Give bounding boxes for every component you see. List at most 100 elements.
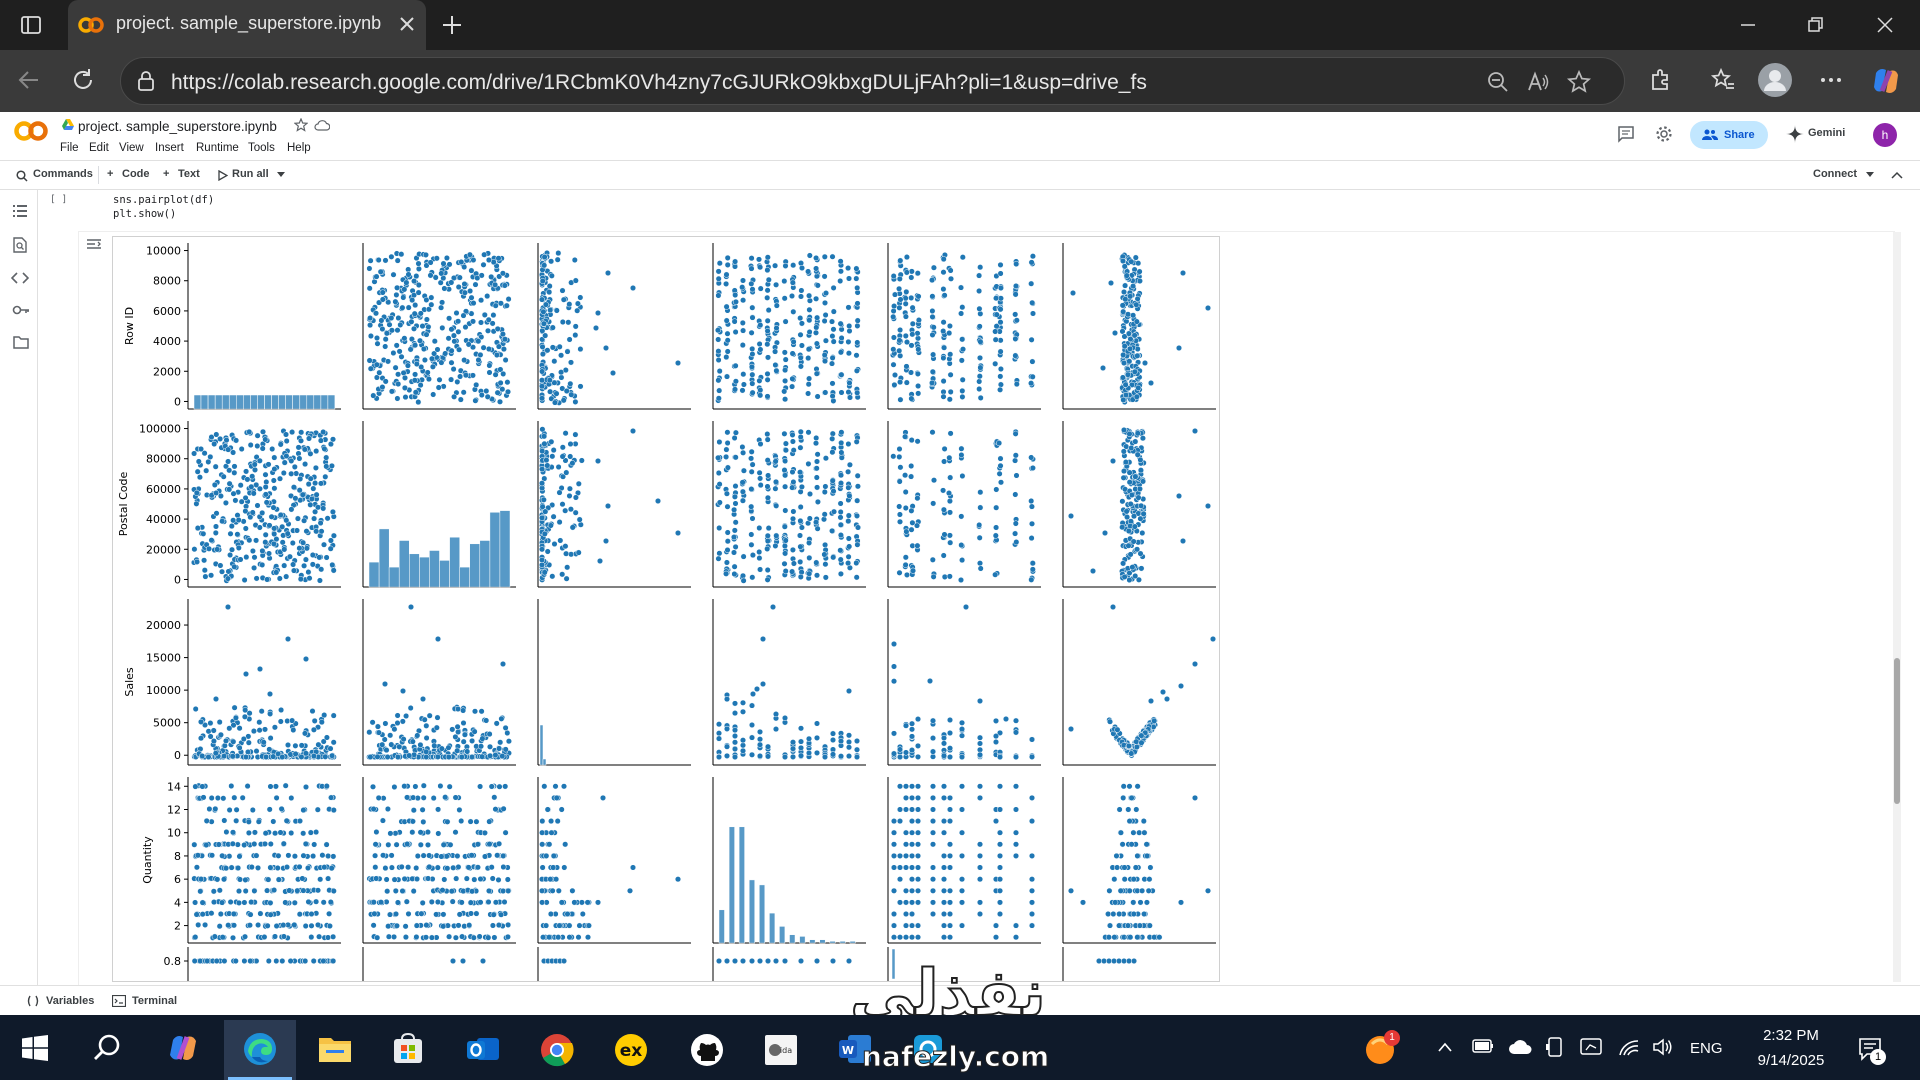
onedrive-cloud-icon[interactable] <box>1508 1039 1532 1055</box>
output-actions-icon[interactable] <box>86 238 102 250</box>
scatter-point <box>283 437 290 445</box>
cell-execution-bracket[interactable]: [ ] <box>50 194 67 205</box>
restore-icon[interactable] <box>1806 15 1826 35</box>
code-line-2[interactable]: plt.show() <box>113 208 176 220</box>
scatter-point <box>789 383 796 390</box>
run-all-button[interactable]: Run all <box>232 168 269 180</box>
scatter-point <box>822 574 829 581</box>
code-line-1[interactable]: sns.pairplot(df) <box>113 194 214 206</box>
new-tab-icon[interactable] <box>440 13 464 37</box>
code-snippets-icon[interactable] <box>11 272 29 284</box>
microsoft-store-icon[interactable] <box>392 1033 424 1065</box>
menu-file[interactable]: File <box>60 142 79 154</box>
connect-button[interactable]: Connect <box>1813 168 1857 180</box>
scatter-point <box>470 934 477 941</box>
variables-button[interactable]: Variables <box>46 995 94 1007</box>
scatter-point <box>715 356 722 364</box>
scatter-point <box>230 922 238 929</box>
address-bar[interactable]: https://colab.research.google.com/drive/… <box>120 57 1625 105</box>
collapse-header-icon[interactable] <box>1891 170 1903 180</box>
scatter-point <box>372 864 379 871</box>
zoom-icon[interactable] <box>1486 70 1510 94</box>
scatter-point <box>202 921 209 928</box>
scatter-point <box>262 436 269 443</box>
code-cell[interactable] <box>78 190 1895 232</box>
read-aloud-icon[interactable] <box>1526 70 1550 94</box>
speaker-volume-icon[interactable] <box>1652 1037 1674 1057</box>
show-hidden-icons-chevron-icon[interactable] <box>1437 1041 1453 1053</box>
add-text-button[interactable]: Text <box>178 168 200 180</box>
scatter-point <box>830 284 837 291</box>
menu-edit[interactable]: Edit <box>89 142 109 154</box>
reload-icon[interactable] <box>70 67 96 93</box>
chrome-icon[interactable] <box>540 1033 574 1067</box>
lock-icon[interactable] <box>135 70 157 92</box>
ex-app-icon[interactable]: ex <box>614 1033 648 1067</box>
wifi-icon[interactable] <box>1618 1037 1640 1057</box>
terminal-button[interactable]: Terminal <box>132 995 177 1007</box>
scatter-point <box>1151 934 1158 941</box>
language-indicator[interactable]: ENG <box>1690 1040 1723 1057</box>
scatter-point <box>1012 491 1019 498</box>
copilot-taskbar-icon[interactable] <box>166 1032 200 1064</box>
url-text[interactable]: https://colab.research.google.com/drive/… <box>171 71 1147 95</box>
profile-avatar-icon[interactable] <box>1758 63 1792 97</box>
comments-icon[interactable] <box>1617 125 1635 143</box>
battery-icon[interactable] <box>1472 1039 1494 1053</box>
scrollbar-thumb[interactable] <box>1894 658 1900 804</box>
sidebar-toggle-icon[interactable] <box>20 14 42 36</box>
scatter-point <box>459 933 466 940</box>
scatter-point <box>553 876 560 883</box>
user-avatar[interactable]: h <box>1873 123 1897 147</box>
device-icon[interactable] <box>1546 1037 1564 1057</box>
clock-time[interactable]: 2:32 PM <box>1753 1027 1829 1044</box>
favorite-star-icon[interactable] <box>1566 69 1592 95</box>
monitor-icon[interactable] <box>1580 1037 1602 1057</box>
table-of-contents-icon[interactable] <box>13 205 27 217</box>
files-folder-icon[interactable] <box>13 336 29 349</box>
close-tab-icon[interactable] <box>398 15 416 33</box>
secrets-key-icon[interactable] <box>12 304 30 316</box>
scatter-point <box>440 911 447 918</box>
gemini-label[interactable]: Gemini <box>1808 127 1845 139</box>
browser-tab-active[interactable]: project. sample_superstore.ipynb <box>68 0 426 50</box>
menu-runtime[interactable]: Runtime <box>196 142 239 154</box>
colab-logo-icon[interactable] <box>14 119 48 143</box>
scatter-point <box>551 358 558 365</box>
file-explorer-icon[interactable] <box>318 1034 352 1064</box>
cloud-saved-icon[interactable] <box>314 118 330 132</box>
scatter-point <box>242 508 249 515</box>
star-notebook-icon[interactable] <box>294 118 308 132</box>
connect-dropdown-icon[interactable] <box>1866 172 1874 178</box>
ida-app-icon[interactable]: ida <box>764 1033 798 1067</box>
edge-taskbar-icon[interactable] <box>242 1031 278 1067</box>
settings-gear-icon[interactable] <box>1655 125 1673 143</box>
copilot-icon[interactable] <box>1870 65 1902 97</box>
scatter-point <box>723 559 730 566</box>
add-code-button[interactable]: Code <box>122 168 150 180</box>
extensions-icon[interactable] <box>1648 67 1674 93</box>
scrollbar-track[interactable] <box>1893 232 1901 982</box>
notebook-name[interactable]: project. sample_superstore.ipynb <box>78 119 277 134</box>
search-taskbar-icon[interactable] <box>92 1033 122 1063</box>
clock-date[interactable]: 9/14/2025 <box>1743 1052 1839 1069</box>
close-window-icon[interactable] <box>1875 15 1895 35</box>
y-tick-label: 80000 <box>146 453 181 466</box>
scatter-point <box>1133 301 1140 308</box>
windows-start-icon[interactable] <box>22 1035 48 1061</box>
outlook-icon[interactable] <box>465 1032 501 1066</box>
menu-tools[interactable]: Tools <box>248 142 275 154</box>
menu-view[interactable]: View <box>119 142 144 154</box>
share-button[interactable]: Share <box>1690 121 1768 149</box>
favorites-icon[interactable] <box>1710 67 1736 93</box>
find-replace-icon[interactable] <box>13 237 27 253</box>
more-options-icon[interactable] <box>1818 67 1844 93</box>
minimize-icon[interactable] <box>1738 15 1758 35</box>
github-icon[interactable] <box>690 1033 724 1067</box>
gemini-icon[interactable] <box>1786 125 1804 143</box>
menu-help[interactable]: Help <box>287 142 311 154</box>
menu-insert[interactable]: Insert <box>155 142 184 154</box>
run-all-dropdown-icon[interactable] <box>277 172 285 178</box>
back-icon[interactable] <box>16 67 42 93</box>
commands-button[interactable]: Commands <box>33 168 93 180</box>
